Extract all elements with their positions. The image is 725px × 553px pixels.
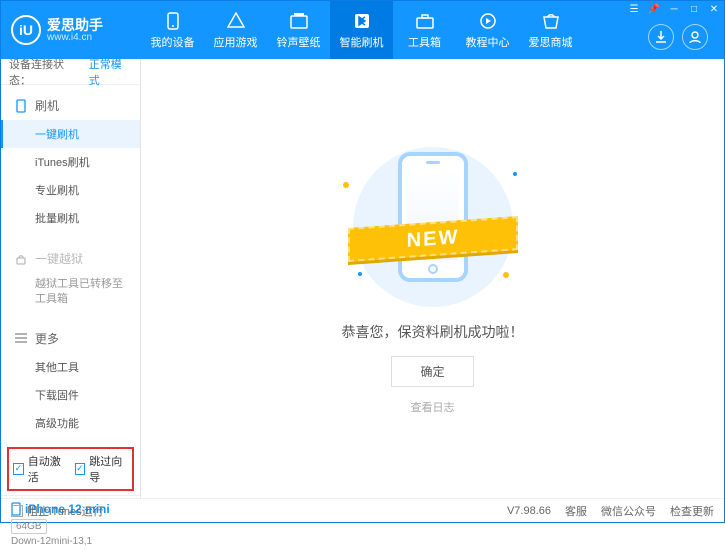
jailbreak-section: 一键越狱 越狱工具已转移至 工具箱 — [1, 238, 140, 318]
sidebar-item-advanced[interactable]: 高级功能 — [1, 409, 140, 437]
toolbox-icon — [416, 10, 434, 32]
more-head[interactable]: 更多 — [1, 324, 140, 353]
nav-flash[interactable]: 智能刷机 — [330, 1, 393, 59]
tutorial-icon — [479, 10, 497, 32]
block-itunes-checkbox[interactable]: 阻止iTunes运行 — [11, 503, 104, 519]
checkbox-icon: ✓ — [75, 463, 86, 475]
lock-icon — [15, 253, 29, 265]
flash-head[interactable]: 刷机 — [1, 91, 140, 120]
checkbox-icon: ✓ — [13, 463, 24, 475]
header-actions — [648, 24, 708, 50]
app-url: www.i4.cn — [47, 32, 103, 43]
sidebar-item-batch[interactable]: 批量刷机 — [1, 204, 140, 232]
support-link[interactable]: 客服 — [565, 503, 587, 519]
user-icon[interactable] — [682, 24, 708, 50]
minimize-icon[interactable]: ─ — [664, 1, 684, 17]
checkbox-icon — [11, 505, 23, 517]
sidebar-item-pro[interactable]: 专业刷机 — [1, 176, 140, 204]
device-status: 设备连接状态： 正常模式 — [1, 59, 140, 85]
body: 设备连接状态： 正常模式 刷机 一键刷机 iTunes刷机 专业刷机 批量刷机 … — [1, 59, 724, 498]
auto-activate-checkbox[interactable]: ✓ 自动激活 — [13, 453, 67, 485]
app-title: 爱思助手 — [47, 18, 103, 32]
success-illustration: NEW — [343, 142, 523, 312]
view-log-link[interactable]: 查看日志 — [411, 399, 455, 415]
nav-store[interactable]: 爱思商城 — [519, 1, 582, 59]
sidebar-item-itunes[interactable]: iTunes刷机 — [1, 148, 140, 176]
menu-icon[interactable]: ☰ — [624, 1, 644, 17]
wallpaper-icon — [290, 10, 308, 32]
store-icon — [542, 10, 560, 32]
logo: iU 爱思助手 www.i4.cn — [11, 15, 141, 45]
main-content: NEW 恭喜您，保资料刷机成功啦！ 确定 查看日志 — [141, 59, 724, 498]
logo-icon: iU — [11, 15, 41, 45]
app-window: ☰ 📌 ─ □ ✕ iU 爱思助手 www.i4.cn 我的设备 应用游戏 铃声 — [0, 0, 725, 523]
options-highlight: ✓ 自动激活 ✓ 跳过向导 — [7, 447, 134, 491]
footer: 阻止iTunes运行 V7.98.66 客服 微信公众号 检查更新 — [1, 498, 724, 522]
apps-icon — [227, 10, 245, 32]
ok-button[interactable]: 确定 — [391, 356, 473, 387]
device-model: Down-12mini-13,1 — [11, 536, 130, 547]
maximize-icon[interactable]: □ — [684, 1, 704, 17]
nav-apps[interactable]: 应用游戏 — [204, 1, 267, 59]
phone-icon — [165, 10, 181, 32]
pin-icon[interactable]: 📌 — [644, 1, 664, 17]
jailbreak-note: 越狱工具已转移至 工具箱 — [1, 273, 140, 312]
window-controls: ☰ 📌 ─ □ ✕ — [624, 1, 724, 17]
wechat-link[interactable]: 微信公众号 — [601, 503, 656, 519]
list-icon — [15, 333, 29, 343]
flash-icon — [353, 10, 371, 32]
nav-ringtones[interactable]: 铃声壁纸 — [267, 1, 330, 59]
main-nav: 我的设备 应用游戏 铃声壁纸 智能刷机 工具箱 教程中心 — [141, 1, 648, 59]
close-icon[interactable]: ✕ — [704, 1, 724, 17]
flash-section: 刷机 一键刷机 iTunes刷机 专业刷机 批量刷机 — [1, 85, 140, 238]
sidebar-item-download[interactable]: 下载固件 — [1, 381, 140, 409]
download-icon[interactable] — [648, 24, 674, 50]
jailbreak-head: 一键越狱 — [1, 244, 140, 273]
success-message: 恭喜您，保资料刷机成功啦！ — [342, 322, 524, 342]
phone-small-icon — [15, 99, 29, 113]
update-link[interactable]: 检查更新 — [670, 503, 714, 519]
nav-tutorials[interactable]: 教程中心 — [456, 1, 519, 59]
sidebar-item-other[interactable]: 其他工具 — [1, 353, 140, 381]
nav-tools[interactable]: 工具箱 — [393, 1, 456, 59]
version-label: V7.98.66 — [507, 505, 551, 517]
header: iU 爱思助手 www.i4.cn 我的设备 应用游戏 铃声壁纸 智能刷机 — [1, 1, 724, 59]
skip-guide-checkbox[interactable]: ✓ 跳过向导 — [75, 453, 129, 485]
nav-my-device[interactable]: 我的设备 — [141, 1, 204, 59]
sidebar-item-oneclick[interactable]: 一键刷机 — [1, 120, 140, 148]
more-section: 更多 其他工具 下载固件 高级功能 — [1, 318, 140, 443]
sidebar: 设备连接状态： 正常模式 刷机 一键刷机 iTunes刷机 专业刷机 批量刷机 … — [1, 59, 141, 498]
